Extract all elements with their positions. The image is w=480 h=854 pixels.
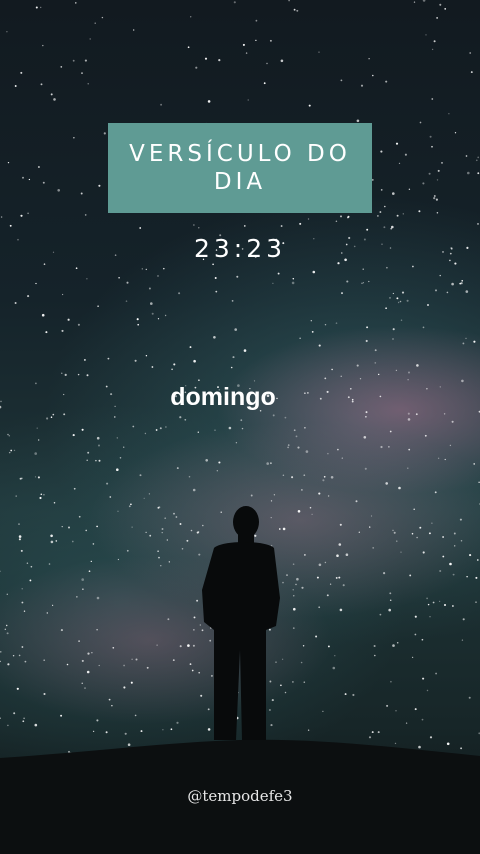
- weekday-label: domingo: [170, 383, 276, 411]
- time-label: 23:23: [193, 234, 287, 263]
- account-handle: @tempodefe3: [187, 787, 293, 805]
- person-figure: [202, 506, 280, 740]
- title-text: VERSÍCULO DO DIA: [129, 141, 351, 195]
- title-banner: VERSÍCULO DO DIA: [108, 123, 372, 213]
- story-screen[interactable]: VERSÍCULO DO DIA 23:23 domingo @tempodef…: [0, 0, 480, 854]
